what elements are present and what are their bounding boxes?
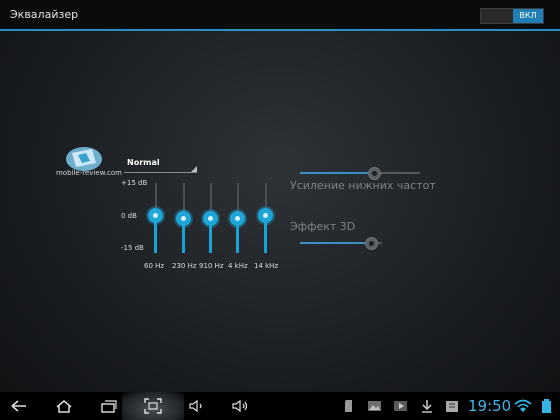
app-title: Эквалайзер	[10, 8, 79, 21]
slider-fill	[300, 242, 371, 244]
virtualizer-slider[interactable]	[300, 237, 382, 250]
eq-knob[interactable]	[148, 208, 163, 224]
dropdown-arrow-icon	[191, 166, 197, 172]
db-label-mid: 0 dB	[121, 212, 137, 220]
volume-up-icon[interactable]	[231, 398, 249, 414]
play-icon	[394, 401, 407, 411]
slider-fill	[300, 172, 375, 174]
gallery-icon	[368, 401, 381, 411]
back-icon[interactable]	[10, 398, 28, 414]
eq-knob[interactable]	[203, 210, 218, 226]
slider-thumb[interactable]	[364, 237, 378, 250]
freq-label: 4 kHz	[228, 262, 248, 270]
freq-label: 230 Hz	[172, 262, 197, 270]
bass-boost-label: Усиление нижних частот	[290, 179, 436, 192]
preset-dropdown[interactable]: Normal	[124, 158, 197, 173]
eq-knob[interactable]	[176, 210, 191, 226]
equalizer-toggle[interactable]: ВКЛ	[480, 8, 544, 24]
slider-track	[374, 172, 420, 174]
eq-knob[interactable]	[258, 208, 273, 224]
download-icon	[422, 400, 432, 413]
sd-card-icon	[345, 400, 352, 412]
status-clock: 19:50	[468, 397, 512, 415]
freq-label: 910 Hz	[199, 262, 224, 270]
toggle-on-label: ВКЛ	[513, 9, 543, 23]
db-label-bottom: -15 dB	[121, 244, 144, 252]
wifi-icon	[514, 399, 532, 412]
preset-value: Normal	[127, 158, 160, 167]
eq-band-230hz[interactable]	[170, 183, 198, 253]
eq-knob[interactable]	[230, 210, 245, 226]
watermark-logo: mobile-review.com	[56, 143, 124, 191]
notification-icon	[446, 401, 458, 412]
eq-band-4khz[interactable]	[224, 183, 252, 253]
eq-band-910hz[interactable]	[197, 183, 225, 253]
virtualizer-label: Эффект 3D	[290, 220, 356, 233]
bass-boost-slider[interactable]	[300, 167, 420, 180]
freq-label: 14 kHz	[254, 262, 279, 270]
home-icon[interactable]	[55, 398, 73, 414]
eq-band-60hz[interactable]	[142, 183, 170, 253]
action-bar: Эквалайзер ВКЛ	[0, 0, 560, 31]
screenshot-icon[interactable]	[144, 398, 162, 414]
recent-apps-icon[interactable]	[100, 398, 118, 414]
eq-band-14khz[interactable]	[252, 183, 280, 253]
volume-down-icon[interactable]	[188, 398, 206, 414]
system-bar: 19:50	[0, 392, 560, 420]
battery-icon	[542, 399, 551, 413]
watermark-text: mobile-review.com	[56, 169, 122, 177]
freq-label: 60 Hz	[144, 262, 165, 270]
